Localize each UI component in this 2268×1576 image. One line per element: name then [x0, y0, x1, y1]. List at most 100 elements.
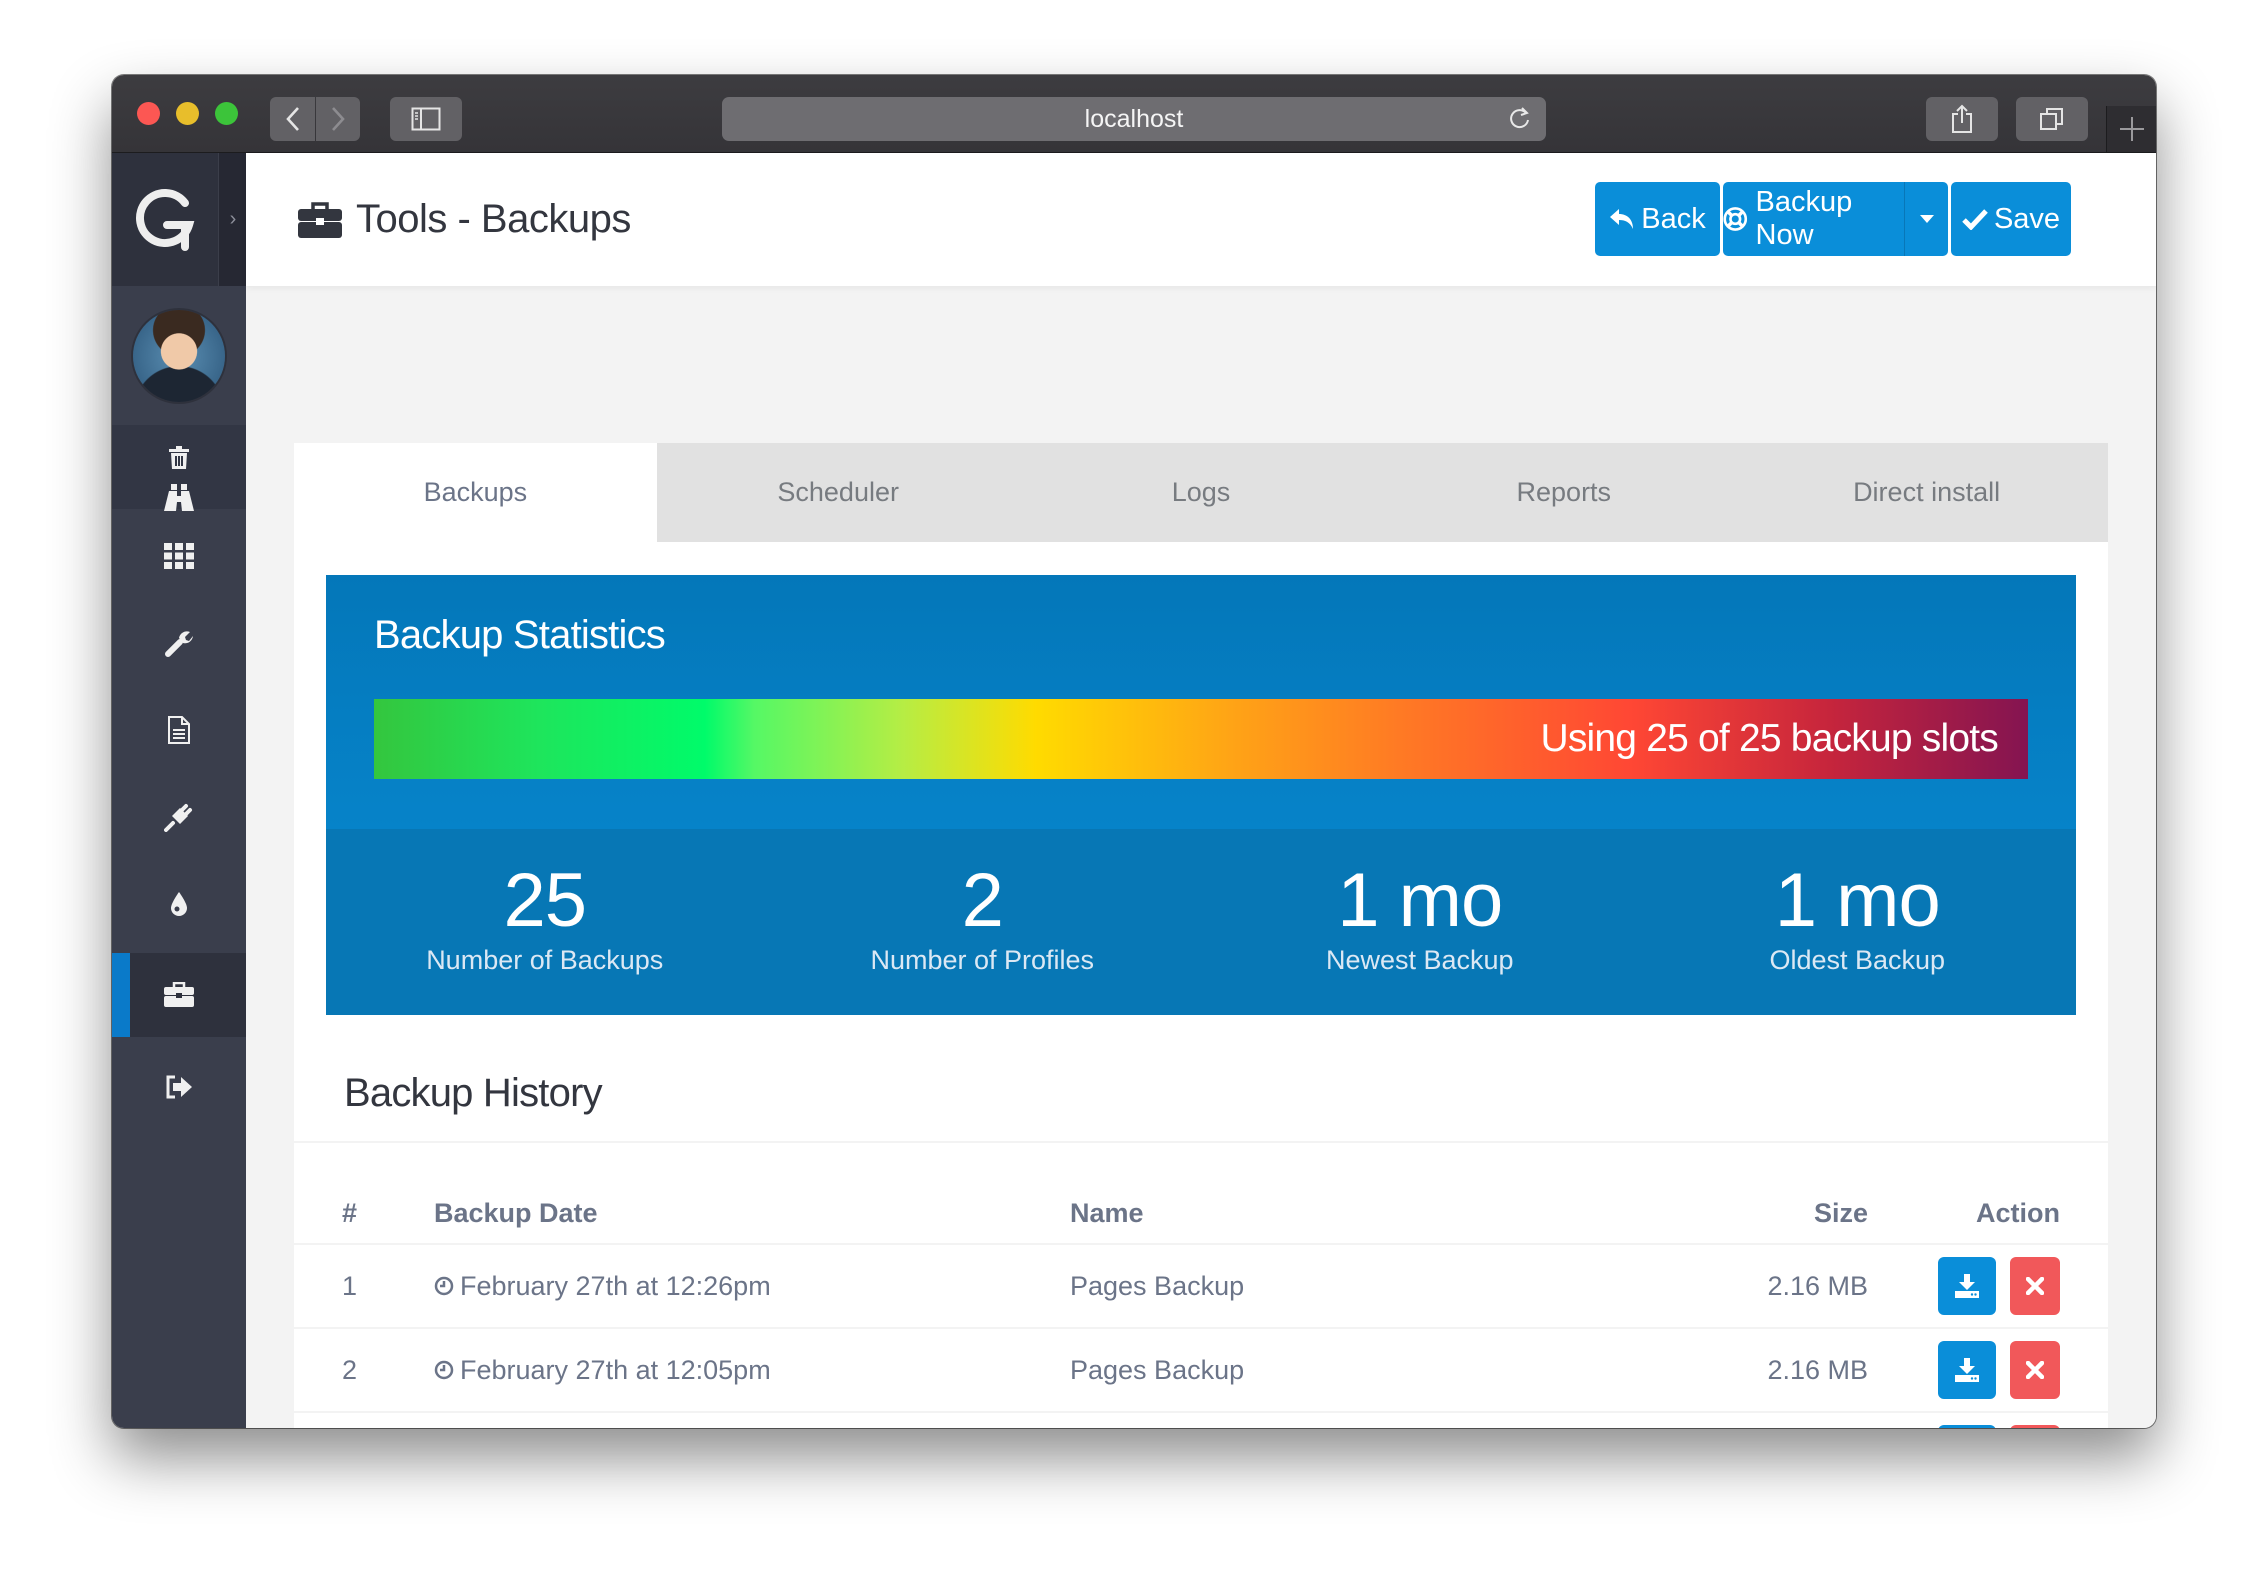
clock-icon — [434, 1360, 454, 1380]
close-icon — [2026, 1277, 2044, 1295]
grid-icon — [164, 543, 194, 569]
zoom-window-button[interactable] — [215, 102, 238, 125]
browser-forward-button[interactable] — [316, 97, 360, 141]
stat-label: Number of Profiles — [870, 945, 1095, 975]
url-text: localhost — [1084, 105, 1184, 133]
backups-card: Backups Scheduler Logs Reports Direct in… — [294, 443, 2108, 1428]
sidebar-item-pages[interactable] — [112, 692, 246, 768]
sidebar-item-logout[interactable] — [112, 1049, 246, 1125]
tab-logs[interactable]: Logs — [1020, 443, 1383, 542]
binoculars-icon — [164, 484, 194, 511]
tab-bar: Backups Scheduler Logs Reports Direct in… — [294, 443, 2108, 542]
clock-icon — [434, 1276, 454, 1296]
download-backup-button[interactable] — [1938, 1425, 1997, 1428]
stat-label: Number of Backups — [426, 945, 664, 975]
tab-overview-button[interactable] — [2016, 97, 2088, 141]
sidebar-item-tools[interactable] — [112, 953, 246, 1037]
backup-now-button[interactable]: Backup Now — [1723, 182, 1898, 256]
tabs-overview-icon — [2040, 108, 2063, 130]
life-ring-icon — [1723, 207, 1748, 231]
page-title: Tools - Backups — [298, 153, 631, 286]
check-icon — [1962, 209, 1988, 230]
stat-oldest-backup: 1 mo Oldest Backup — [1639, 829, 2077, 1015]
close-icon — [2026, 1361, 2044, 1379]
page-title-text: Tools - Backups — [356, 197, 631, 241]
sidebar-item-apps[interactable] — [112, 518, 246, 594]
sidebar-expand-button[interactable]: › — [218, 153, 247, 286]
column-header-name: Name — [1070, 1183, 1630, 1245]
reply-icon — [1610, 209, 1634, 229]
grav-logo-icon — [136, 188, 195, 251]
column-header-number: # — [294, 1183, 434, 1245]
plus-icon — [2120, 117, 2144, 141]
backup-date-cell: February 27th at 12:04pm — [434, 1412, 1070, 1428]
stats-summary: 25 Number of Backups 2 Number of Profile… — [326, 829, 2076, 1015]
stats-header: Backup Statistics Using 25 of 25 backup … — [326, 575, 2076, 829]
sidebar-item-plugins[interactable] — [112, 779, 246, 855]
backup-statistics-panel: Backup Statistics Using 25 of 25 backup … — [326, 575, 2076, 1015]
table-row: 1 February 27th at 12:26pm Pages Backup … — [294, 1244, 2108, 1329]
document-icon — [168, 716, 190, 744]
backup-options-dropdown[interactable] — [1904, 182, 1948, 256]
sidebar-icon — [411, 107, 441, 131]
minimize-window-button[interactable] — [176, 102, 199, 125]
back-button[interactable]: Back — [1595, 182, 1720, 256]
row-number: 3 — [294, 1412, 434, 1428]
sidebar-item-themes[interactable] — [112, 866, 246, 942]
drop-icon — [171, 892, 187, 916]
delete-backup-button[interactable] — [2010, 1257, 2060, 1315]
browser-sidebar-button[interactable] — [390, 97, 462, 141]
tab-backups[interactable]: Backups — [294, 443, 657, 542]
sidebar-item-search[interactable] — [112, 476, 246, 520]
address-bar[interactable]: localhost — [722, 97, 1546, 141]
download-backup-button[interactable] — [1938, 1341, 1997, 1399]
backup-history-table: # Backup Date Name Size Action 1 Februar… — [294, 1183, 2108, 1428]
stat-number-of-profiles: 2 Number of Profiles — [764, 829, 1202, 1015]
stat-number-of-backups: 25 Number of Backups — [326, 829, 764, 1015]
action-cell — [1868, 1328, 2108, 1413]
sign-out-icon — [166, 1075, 192, 1099]
stats-title: Backup Statistics — [374, 613, 666, 657]
sidebar-item-trash[interactable] — [112, 438, 246, 478]
download-backup-button[interactable] — [1938, 1257, 1997, 1315]
save-button-label: Save — [1993, 202, 2061, 235]
stat-value: 2 — [961, 858, 1004, 943]
page-header: Tools - Backups Back Backup Now Save — [246, 153, 2156, 286]
reload-icon[interactable] — [1508, 106, 1532, 132]
stat-value: 1 mo — [1337, 858, 1503, 943]
save-button[interactable]: Save — [1951, 182, 2071, 256]
main-content: Tools - Backups Back Backup Now Save Bac… — [246, 153, 2156, 1428]
plug-icon — [164, 804, 192, 832]
column-header-date: Backup Date — [434, 1183, 1070, 1245]
tab-reports[interactable]: Reports — [1382, 443, 1745, 542]
row-number: 1 — [294, 1244, 434, 1329]
backup-name: Default Site Backup — [1070, 1412, 1630, 1428]
backup-date-cell: February 27th at 12:26pm — [434, 1244, 1070, 1329]
stat-value: 25 — [503, 858, 587, 943]
stat-newest-backup: 1 mo Newest Backup — [1201, 829, 1639, 1015]
new-tab-button[interactable] — [2106, 106, 2156, 152]
user-avatar-area[interactable] — [112, 286, 246, 426]
share-button[interactable] — [1926, 97, 1998, 141]
backup-size: 2.16 MB — [1630, 1328, 1868, 1413]
table-row: 2 February 27th at 12:05pm Pages Backup … — [294, 1328, 2108, 1413]
sidebar-item-configuration[interactable] — [112, 605, 246, 681]
row-number: 2 — [294, 1328, 434, 1413]
avatar[interactable] — [133, 309, 225, 402]
tab-direct-install[interactable]: Direct install — [1745, 443, 2108, 542]
backup-size: 40.77 MB — [1630, 1412, 1868, 1428]
delete-backup-button[interactable] — [2010, 1425, 2060, 1428]
back-button-label: Back — [1641, 202, 1706, 235]
stat-value: 1 mo — [1774, 858, 1941, 943]
backup-now-label: Backup Now — [1755, 186, 1853, 251]
close-window-button[interactable] — [137, 102, 160, 125]
caret-down-icon — [1919, 215, 1934, 223]
logo[interactable] — [112, 153, 218, 286]
delete-backup-button[interactable] — [2010, 1341, 2060, 1399]
divider — [294, 1141, 2108, 1143]
browser-back-button[interactable] — [270, 97, 315, 141]
backup-slots-usage-bar: Using 25 of 25 backup slots — [374, 699, 2028, 779]
chevron-right-icon — [332, 107, 345, 131]
table-row: 3 February 27th at 12:04pm Default Site … — [294, 1412, 2108, 1428]
tab-scheduler[interactable]: Scheduler — [657, 443, 1020, 542]
